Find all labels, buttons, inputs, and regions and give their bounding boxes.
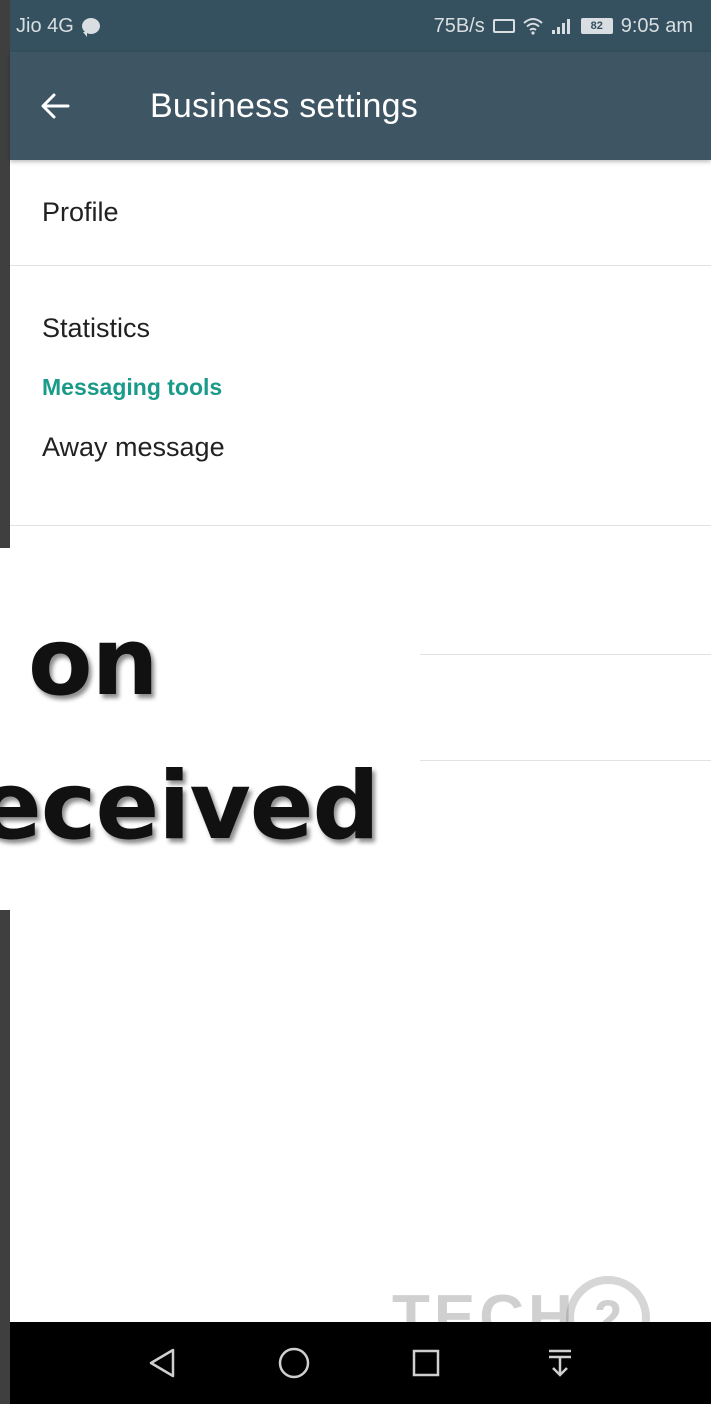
carrier-label: Jio 4G bbox=[16, 14, 74, 37]
nav-home-button[interactable] bbox=[254, 1322, 334, 1404]
settings-item-profile[interactable]: Profile bbox=[10, 160, 711, 266]
settings-item-statistics[interactable]: Statistics bbox=[10, 266, 711, 356]
page-title: Business settings bbox=[150, 86, 418, 125]
square-recents-icon bbox=[412, 1349, 440, 1377]
status-bar: Jio 4G 75B/s 82 9:05 am bbox=[10, 0, 711, 52]
chat-bubble-icon bbox=[81, 18, 100, 37]
back-button[interactable] bbox=[10, 52, 100, 160]
settings-item-label: Away message bbox=[42, 432, 225, 462]
nav-bar bbox=[10, 1322, 711, 1404]
volte-icon bbox=[492, 19, 515, 33]
caption-line-1: on bbox=[28, 608, 158, 717]
clock: 9:05 am bbox=[620, 14, 693, 37]
section-header-messaging-tools: Messaging tools bbox=[42, 374, 223, 400]
network-speed: 75B/s bbox=[433, 14, 485, 37]
nav-recents-button[interactable] bbox=[386, 1322, 466, 1404]
settings-item-label: Profile bbox=[42, 197, 119, 227]
list-divider bbox=[420, 654, 711, 655]
arrow-left-icon bbox=[41, 93, 70, 119]
nav-notifications-button[interactable] bbox=[520, 1322, 600, 1404]
settings-item-away-message[interactable]: Away message bbox=[10, 414, 711, 526]
circle-home-icon bbox=[278, 1347, 310, 1379]
settings-item-label: Statistics bbox=[42, 313, 151, 343]
list-divider bbox=[420, 760, 711, 761]
wifi-icon bbox=[523, 18, 543, 35]
signal-icon bbox=[551, 19, 570, 34]
battery-icon: 82 bbox=[580, 18, 613, 34]
nav-back-button[interactable] bbox=[122, 1322, 202, 1404]
pull-down-icon bbox=[549, 1349, 571, 1377]
status-left: Jio 4G bbox=[16, 15, 100, 38]
triangle-back-icon bbox=[149, 1348, 175, 1378]
app-bar: Business settings bbox=[10, 52, 711, 160]
caption-line-2: eceived bbox=[0, 752, 380, 861]
status-right: 75B/s 82 9:05 am bbox=[434, 15, 693, 38]
settings-list: Profile Statistics Messaging tools Away … bbox=[10, 160, 711, 526]
